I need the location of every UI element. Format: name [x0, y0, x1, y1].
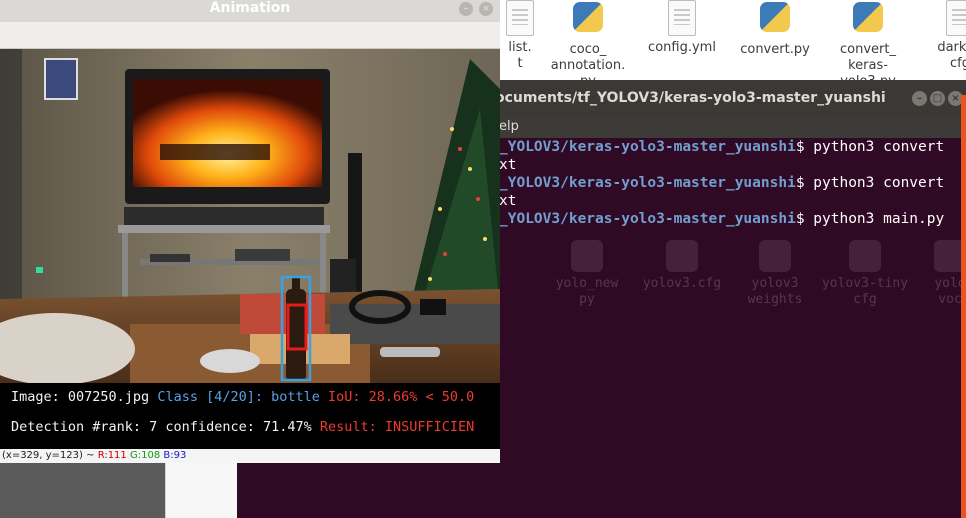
- python-file-icon: [853, 2, 883, 32]
- text-file-icon: [666, 240, 698, 272]
- terminal-line: _YOLOV3/keras-yolo3-master_yuanshi$ pyth…: [499, 211, 945, 227]
- terminal-line: xt: [499, 193, 517, 209]
- terminal-line: _YOLOV3/keras-yolo3-master_yuanshi$ pyth…: [499, 175, 945, 191]
- text-file-icon: [668, 0, 696, 36]
- text-file-icon: [849, 240, 881, 272]
- terminal-scrollbar[interactable]: [961, 95, 966, 518]
- animation-title: Animation: [209, 0, 291, 16]
- text-file-icon: [759, 240, 791, 272]
- desktop: list. t coco_ annotation. py config.yml …: [0, 0, 966, 518]
- ghost-file: yolo_new py: [542, 240, 632, 308]
- file-item[interactable]: darkne cfg: [915, 0, 966, 72]
- close-icon[interactable]: ×: [479, 2, 493, 16]
- result-label: Result: INSUFFICIEN: [319, 419, 475, 435]
- python-file-icon: [571, 240, 603, 272]
- file-item[interactable]: coco_ annotation. py: [543, 0, 633, 90]
- minimize-icon[interactable]: –: [459, 2, 473, 16]
- blue-value: B:93: [163, 450, 187, 461]
- living-room-photo: [0, 49, 500, 383]
- ghost-file: yolo voc: [905, 240, 966, 308]
- python-file-icon: [573, 2, 603, 32]
- info-row-1: Image: 007250.jpg Class [4/20]: bottle I…: [11, 389, 474, 405]
- file-item[interactable]: convert.py: [730, 0, 820, 58]
- animation-toolbar: [0, 22, 500, 49]
- background-panel: [165, 463, 237, 518]
- minimize-icon[interactable]: –: [912, 91, 927, 106]
- terminal-line: _YOLOV3/keras-yolo3-master_yuanshi$ pyth…: [499, 139, 945, 155]
- text-file-icon: [506, 0, 534, 36]
- cursor-coords: (x=329, y=123) ~: [2, 450, 95, 461]
- info-row-2: Detection #rank: 7 confidence: 71.47% Re…: [11, 419, 474, 435]
- class-label: Class [4/20]: bottle: [157, 389, 320, 405]
- image-canvas[interactable]: [0, 49, 500, 383]
- background-panel: [0, 463, 165, 518]
- pixel-status-bar: (x=329, y=123) ~ R:111 G:108 B:93: [0, 449, 500, 463]
- file-label: config.yml: [648, 40, 716, 55]
- file-item[interactable]: convert_ keras- yolo3.py: [823, 0, 913, 90]
- terminal-line: xt: [499, 157, 517, 173]
- python-file-icon: [760, 2, 790, 32]
- ghost-file: yolov3-tiny cfg: [820, 240, 910, 308]
- animation-window[interactable]: Animation – × Image: 007250.jpg Class [4…: [0, 0, 500, 463]
- file-label: darkne cfg: [937, 40, 966, 71]
- ghost-file: yolov3 weights: [730, 240, 820, 308]
- file-label: convert.py: [740, 42, 810, 57]
- animation-title-bar[interactable]: Animation: [0, 0, 500, 22]
- text-file-icon: [946, 0, 966, 36]
- maximize-icon[interactable]: □: [930, 91, 945, 106]
- detection-info-panel: Image: 007250.jpg Class [4/20]: bottle I…: [0, 383, 500, 449]
- red-value: R:111: [97, 450, 127, 461]
- file-item[interactable]: config.yml: [637, 0, 727, 56]
- detection-label: Detection #rank: 7 confidence: 71.47%: [11, 419, 312, 435]
- ghost-file: yolov3.cfg: [637, 240, 727, 292]
- image-label: Image: 007250.jpg: [11, 389, 150, 405]
- green-value: G:108: [129, 450, 161, 461]
- iou-label: IoU: 28.66% < 50.0: [328, 389, 475, 405]
